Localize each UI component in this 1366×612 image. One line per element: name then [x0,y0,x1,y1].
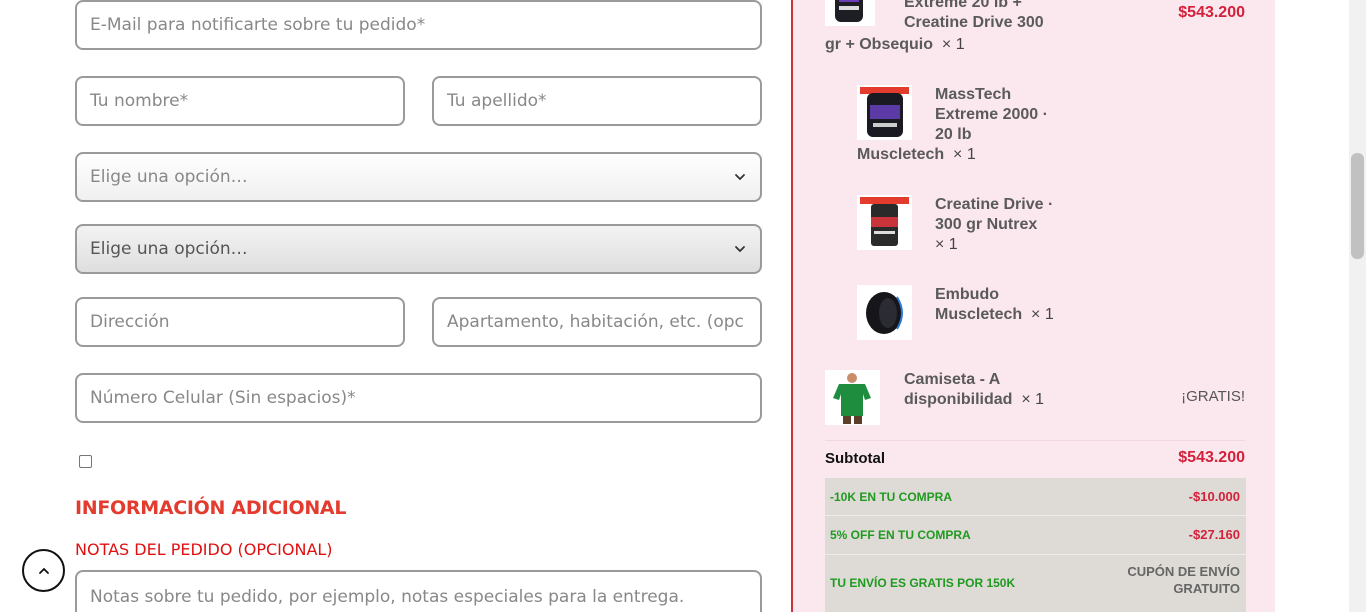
page-scrollbar[interactable] [1349,0,1366,612]
order-notes-textarea[interactable]: Notas sobre tu pedido, por ejemplo, nota… [75,570,762,612]
creatine-qty: × 1 [935,236,958,253]
phone-placeholder: Número Celular (Sin espacios)* [90,388,356,408]
phone-field[interactable]: Número Celular (Sin espacios)* [75,373,762,423]
funnel-qty: × 1 [1031,306,1054,323]
masstech-name-line-1: MassTech [935,86,1012,103]
free-shipping-value-line-2: GRATUITO [1173,581,1240,596]
apartment-placeholder: Apartamento, habitación, etc. (opc [447,312,744,332]
last-name-field[interactable]: Tu apellido* [432,76,762,126]
subtotal-label: Subtotal [825,450,885,467]
address-field[interactable]: Dirección [75,297,405,347]
discount-label: 5% OFF EN TU COMPRA [830,528,971,542]
creatine-name-line-1: Creatine Drive · [935,196,1054,213]
shirt-product-name: Camiseta - A disponibilidad × 1 [904,370,1044,410]
additional-info-heading: INFORMACIÓN ADICIONAL [75,497,347,519]
masstech-name-line-4: Muscletech [857,146,945,163]
discount-row: 5% OFF EN TU COMPRA -$27.160 [825,516,1246,555]
creatine-name-line-2: 300 gr Nutrex [935,216,1038,233]
bundle-product-name-tail: gr + Obsequio × 1 [825,35,965,55]
order-notes-placeholder: Notas sobre tu pedido, por ejemplo, nota… [90,587,685,607]
city-select-value: Elige una opción… [90,239,248,259]
last-name-placeholder: Tu apellido* [447,91,547,111]
order-summary: Extreme 20 lb + Creatine Drive 300 gr + … [791,0,1275,612]
apartment-field[interactable]: Apartamento, habitación, etc. (opc [432,297,762,347]
shirt-name-line-2: disponibilidad [904,391,1013,408]
bundle-qty: × 1 [941,36,965,53]
region-select[interactable]: Elige una opción… [75,152,762,202]
bundle-name-line-1: Extreme 20 lb + [904,0,1022,11]
funnel-product-image [857,285,912,340]
chevron-down-icon [735,246,745,253]
first-name-field[interactable]: Tu nombre* [75,76,405,126]
chevron-down-icon [735,174,745,181]
city-select[interactable]: Elige una opción… [75,224,762,274]
creatine-product-name: Creatine Drive · 300 gr Nutrex × 1 [935,195,1053,255]
masstech-name-line-3: 20 lb [935,126,972,143]
discount-row: -10K EN TU COMPRA -$10.000 [825,478,1246,516]
free-shipping-value: CUPÓN DE ENVÍO GRATUITO [1100,563,1240,597]
shirt-product-image [825,370,880,425]
bundle-product-name: Extreme 20 lb + Creatine Drive 300 [904,0,1044,33]
discount-value: -$10.000 [1188,489,1240,504]
masstech-product-name: MassTech Extreme 2000 · 20 lb [935,85,1048,145]
bundle-name-line-2: Creatine Drive 300 [904,14,1044,31]
first-name-placeholder: Tu nombre* [90,91,189,111]
region-select-value: Elige una opción… [90,167,248,187]
shirt-name-line-1: Camiseta - A [904,371,1001,388]
order-notes-label: NOTAS DEL PEDIDO (OPCIONAL) [75,540,333,559]
discount-value: -$27.160 [1188,527,1240,542]
subtotal-value: $543.200 [1178,449,1245,466]
masstech-qty: × 1 [953,146,976,163]
email-placeholder: E-Mail para notificarte sobre tu pedido* [90,15,426,35]
discount-label: -10K EN TU COMPRA [830,490,953,504]
masstech-name-line-2: Extreme 2000 · [935,106,1048,123]
bundle-name-line-3: gr + Obsequio [825,36,934,53]
free-shipping-value-line-1: CUPÓN DE ENVÍO [1127,564,1240,579]
ship-to-different-address-checkbox[interactable] [79,455,92,468]
scrollbar-thumb[interactable] [1351,153,1364,259]
bundle-product-image [825,0,875,26]
chevron-up-icon [38,567,49,574]
divider [825,440,1245,441]
address-placeholder: Dirección [90,312,170,332]
shirt-price: ¡GRATIS! [1181,388,1245,405]
email-field[interactable]: E-Mail para notificarte sobre tu pedido* [75,0,762,50]
funnel-name-line-2: Muscletech [935,306,1023,323]
masstech-product-image [857,85,912,140]
masstech-product-name-tail: Muscletech × 1 [857,145,976,165]
shirt-qty: × 1 [1021,391,1045,408]
funnel-name-line-1: Embudo [935,286,999,303]
back-to-top-button[interactable] [22,549,65,592]
funnel-product-name: Embudo Muscletech × 1 [935,285,1054,325]
bundle-price: $543.200 [1178,4,1245,21]
free-shipping-label: TU ENVÍO ES GRATIS POR 150K [830,576,1016,590]
free-shipping-row: TU ENVÍO ES GRATIS POR 150K CUPÓN DE ENV… [825,555,1246,612]
creatine-product-image [857,195,912,250]
